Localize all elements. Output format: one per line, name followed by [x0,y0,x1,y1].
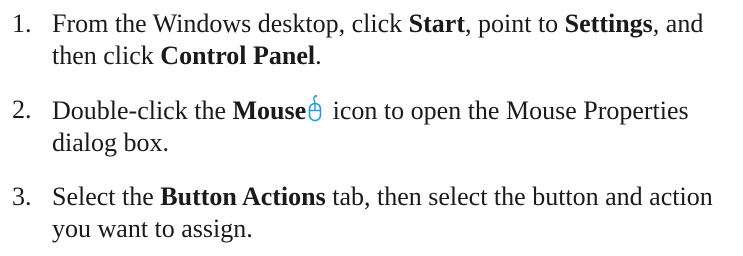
step-text: Select the [52,182,161,211]
settings-label: Settings [564,9,653,38]
control-panel-label: Control Panel [160,41,316,70]
step-2: 2. Double-click the Mouse icon to open t… [12,94,737,159]
instruction-steps: 1. From the Windows desktop, click Start… [12,8,737,245]
step-number: 1. [12,9,32,38]
step-1: 1. From the Windows desktop, click Start… [12,8,737,72]
mouse-icon [308,94,322,122]
step-number: 2. [12,95,32,124]
mouse-label: Mouse [232,96,307,125]
step-text: From the Windows desktop, click [52,9,409,38]
button-actions-label: Button Actions [160,182,326,211]
step-text: , point to [465,9,565,38]
step-3: 3. Select the Button Actions tab, then s… [12,181,737,245]
step-text: Double-click the [52,96,233,125]
step-text: . [315,41,322,70]
step-number: 3. [12,182,32,211]
start-label: Start [408,9,465,38]
